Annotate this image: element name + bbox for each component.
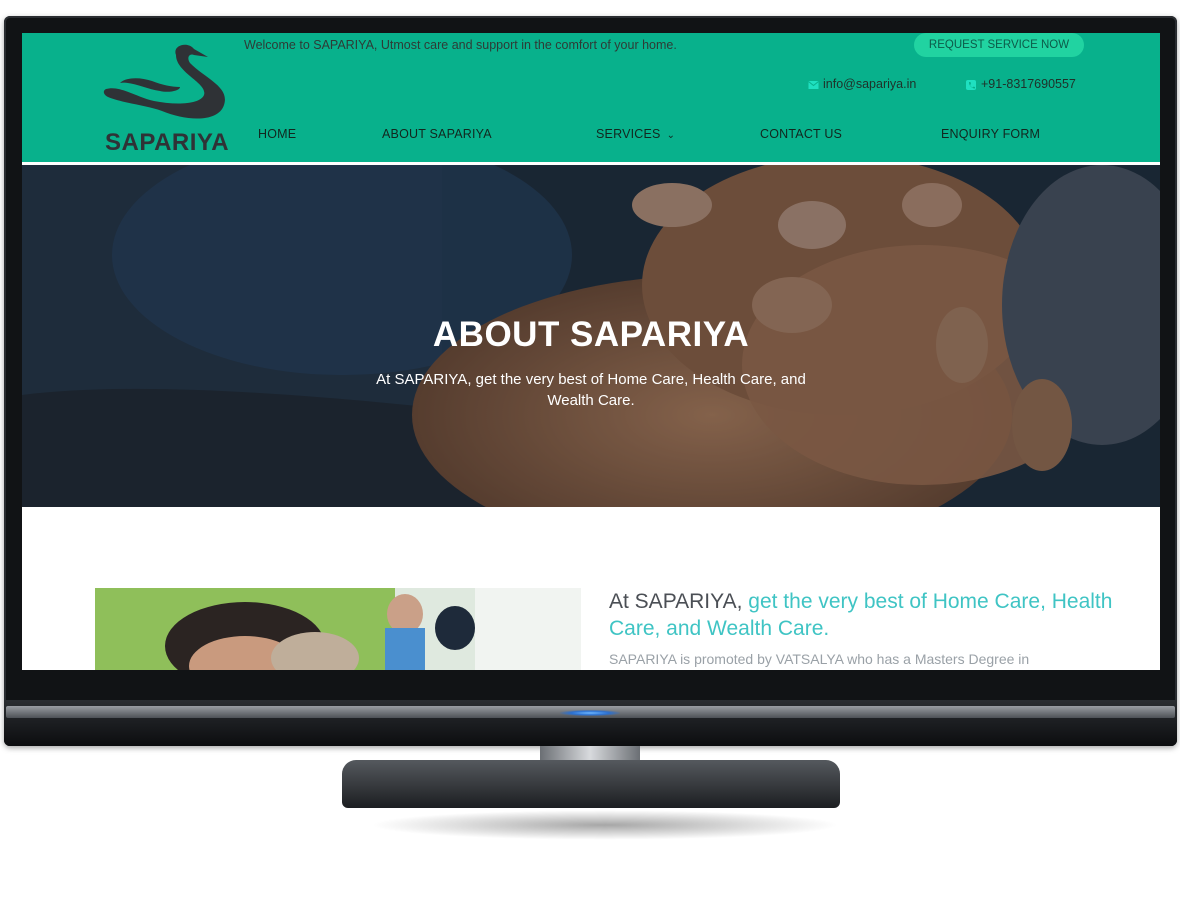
site-logo[interactable]: SAPARIYA	[102, 41, 230, 156]
caregiver-image	[95, 588, 581, 670]
envelope-icon	[808, 79, 819, 89]
logo-wordmark: SAPARIYA	[105, 129, 230, 156]
hero-banner: ABOUT SAPARIYA At SAPARIYA, get the very…	[22, 165, 1160, 507]
site-header: SAPARIYA Welcome to SAPARIYA, Utmost car…	[22, 33, 1160, 162]
caregiver-photo	[95, 588, 581, 670]
swan-logo-icon	[103, 44, 225, 119]
welcome-message: Welcome to SAPARIYA, Utmost care and sup…	[244, 38, 677, 52]
chevron-down-icon: ⌄	[666, 130, 676, 141]
email-contact[interactable]: info@sapariya.in	[808, 77, 916, 91]
stand-shadow	[370, 810, 840, 840]
nav-services-label: SERVICES	[596, 127, 661, 141]
tv-power-led	[560, 710, 620, 716]
request-service-button[interactable]: REQUEST SERVICE NOW	[914, 33, 1084, 57]
intro-heading: At SAPARIYA, get the very best of Home C…	[609, 588, 1129, 642]
tv-stand-base	[342, 760, 840, 808]
nav-home[interactable]: HOME	[258, 127, 296, 141]
phone-text: +91-8317690557	[981, 77, 1076, 91]
nav-services[interactable]: SERVICES ⌄	[596, 127, 675, 141]
nav-contact[interactable]: CONTACT US	[760, 127, 842, 141]
nav-enquiry[interactable]: ENQUIRY FORM	[941, 127, 1040, 141]
phone-contact[interactable]: +91-8317690557	[966, 77, 1076, 91]
website-screen: SAPARIYA Welcome to SAPARIYA, Utmost car…	[22, 33, 1160, 670]
email-text: info@sapariya.in	[823, 77, 917, 91]
phone-icon	[966, 79, 977, 90]
intro-lead: At SAPARIYA,	[609, 590, 743, 613]
intro-paragraph: SAPARIYA is promoted by VATSALYA who has…	[609, 651, 1030, 667]
hero-subtitle: At SAPARIYA, get the very best of Home C…	[376, 371, 806, 409]
hero-title: ABOUT SAPARIYA	[432, 315, 750, 354]
nav-about[interactable]: ABOUT SAPARIYA	[382, 127, 492, 141]
